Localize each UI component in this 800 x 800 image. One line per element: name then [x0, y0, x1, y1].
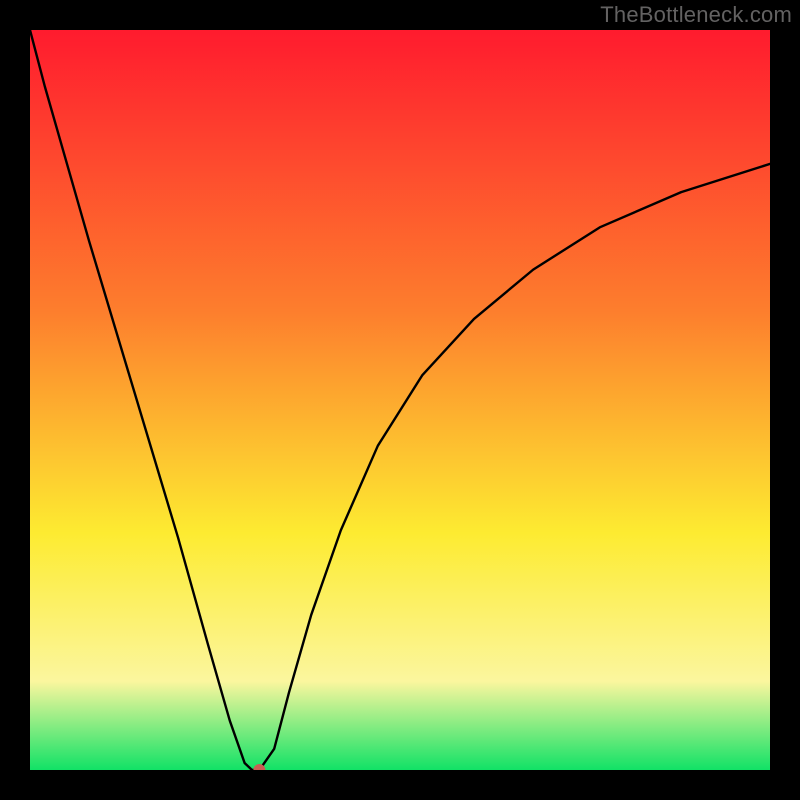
watermark-text: TheBottleneck.com: [600, 2, 792, 28]
gradient-background: [30, 30, 770, 770]
chart-frame: TheBottleneck.com: [0, 0, 800, 800]
plot-area: [30, 30, 770, 770]
plot-svg: [30, 30, 770, 770]
